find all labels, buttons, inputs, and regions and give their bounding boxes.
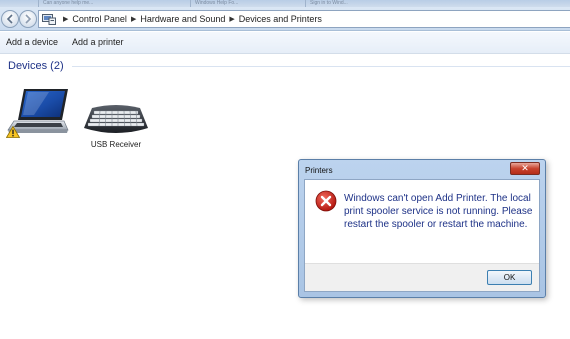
address-field[interactable]: ▶ Control Panel ▶ Hardware and Sound ▶ D… <box>38 10 570 28</box>
tab-1-label: Can anyone help me... <box>43 0 94 6</box>
ok-button[interactable]: OK <box>487 270 532 285</box>
add-printer-button[interactable]: Add a printer <box>72 37 124 47</box>
breadcrumb-control-panel[interactable]: Control Panel <box>72 14 127 24</box>
tab-3-label: Sign in to Wind... <box>310 0 348 6</box>
forward-arrow-icon <box>25 14 32 24</box>
dialog-body: Windows can't open Add Printer. The loca… <box>304 179 540 292</box>
breadcrumb-hardware-and-sound[interactable]: Hardware and Sound <box>140 14 225 24</box>
tab-3[interactable]: Sign in to Wind... <box>305 0 415 7</box>
command-toolbar: Add a device Add a printer <box>0 32 570 54</box>
breadcrumb-devices-and-printers[interactable]: Devices and Printers <box>239 14 322 24</box>
device-usb-receiver[interactable]: USB Receiver <box>82 104 150 149</box>
forward-button[interactable] <box>19 10 37 28</box>
group-divider <box>71 65 570 67</box>
dialog-footer: OK <box>305 263 539 291</box>
address-bar: ▶ Control Panel ▶ Hardware and Sound ▶ D… <box>0 7 570 31</box>
tab-2[interactable]: Windows Help Fo... <box>190 0 300 7</box>
devices-group-header[interactable]: Devices (2) <box>8 60 570 72</box>
chevron-right-icon[interactable]: ▶ <box>131 15 136 23</box>
dialog-message: Windows can't open Add Printer. The loca… <box>344 193 533 230</box>
control-panel-icon <box>42 13 56 25</box>
device-label: USB Receiver <box>90 140 142 149</box>
dialog-title: Printers <box>305 166 333 175</box>
warning-icon <box>6 126 20 138</box>
back-button[interactable] <box>1 10 19 28</box>
error-icon <box>315 190 337 212</box>
tab-1[interactable]: Can anyone help me... <box>38 0 188 7</box>
back-arrow-icon <box>6 14 13 24</box>
chevron-right-icon[interactable]: ▶ <box>229 15 234 23</box>
keyboard-icon <box>84 105 148 133</box>
tab-2-label: Windows Help Fo... <box>195 0 239 6</box>
chevron-right-icon[interactable]: ▶ <box>63 15 68 23</box>
close-button[interactable]: ✕ <box>510 162 540 175</box>
devices-and-printers-window: Can anyone help me... Windows Help Fo...… <box>0 0 570 339</box>
close-icon: ✕ <box>521 163 529 173</box>
device-laptop[interactable] <box>4 86 72 142</box>
ok-button-label: OK <box>503 273 516 282</box>
devices-group-label: Devices (2) <box>8 60 64 72</box>
browser-tab-strip: Can anyone help me... Windows Help Fo...… <box>0 0 570 7</box>
add-device-button[interactable]: Add a device <box>6 37 58 47</box>
printers-error-dialog: Printers ✕ Windows can't open Add Printe… <box>298 159 546 298</box>
